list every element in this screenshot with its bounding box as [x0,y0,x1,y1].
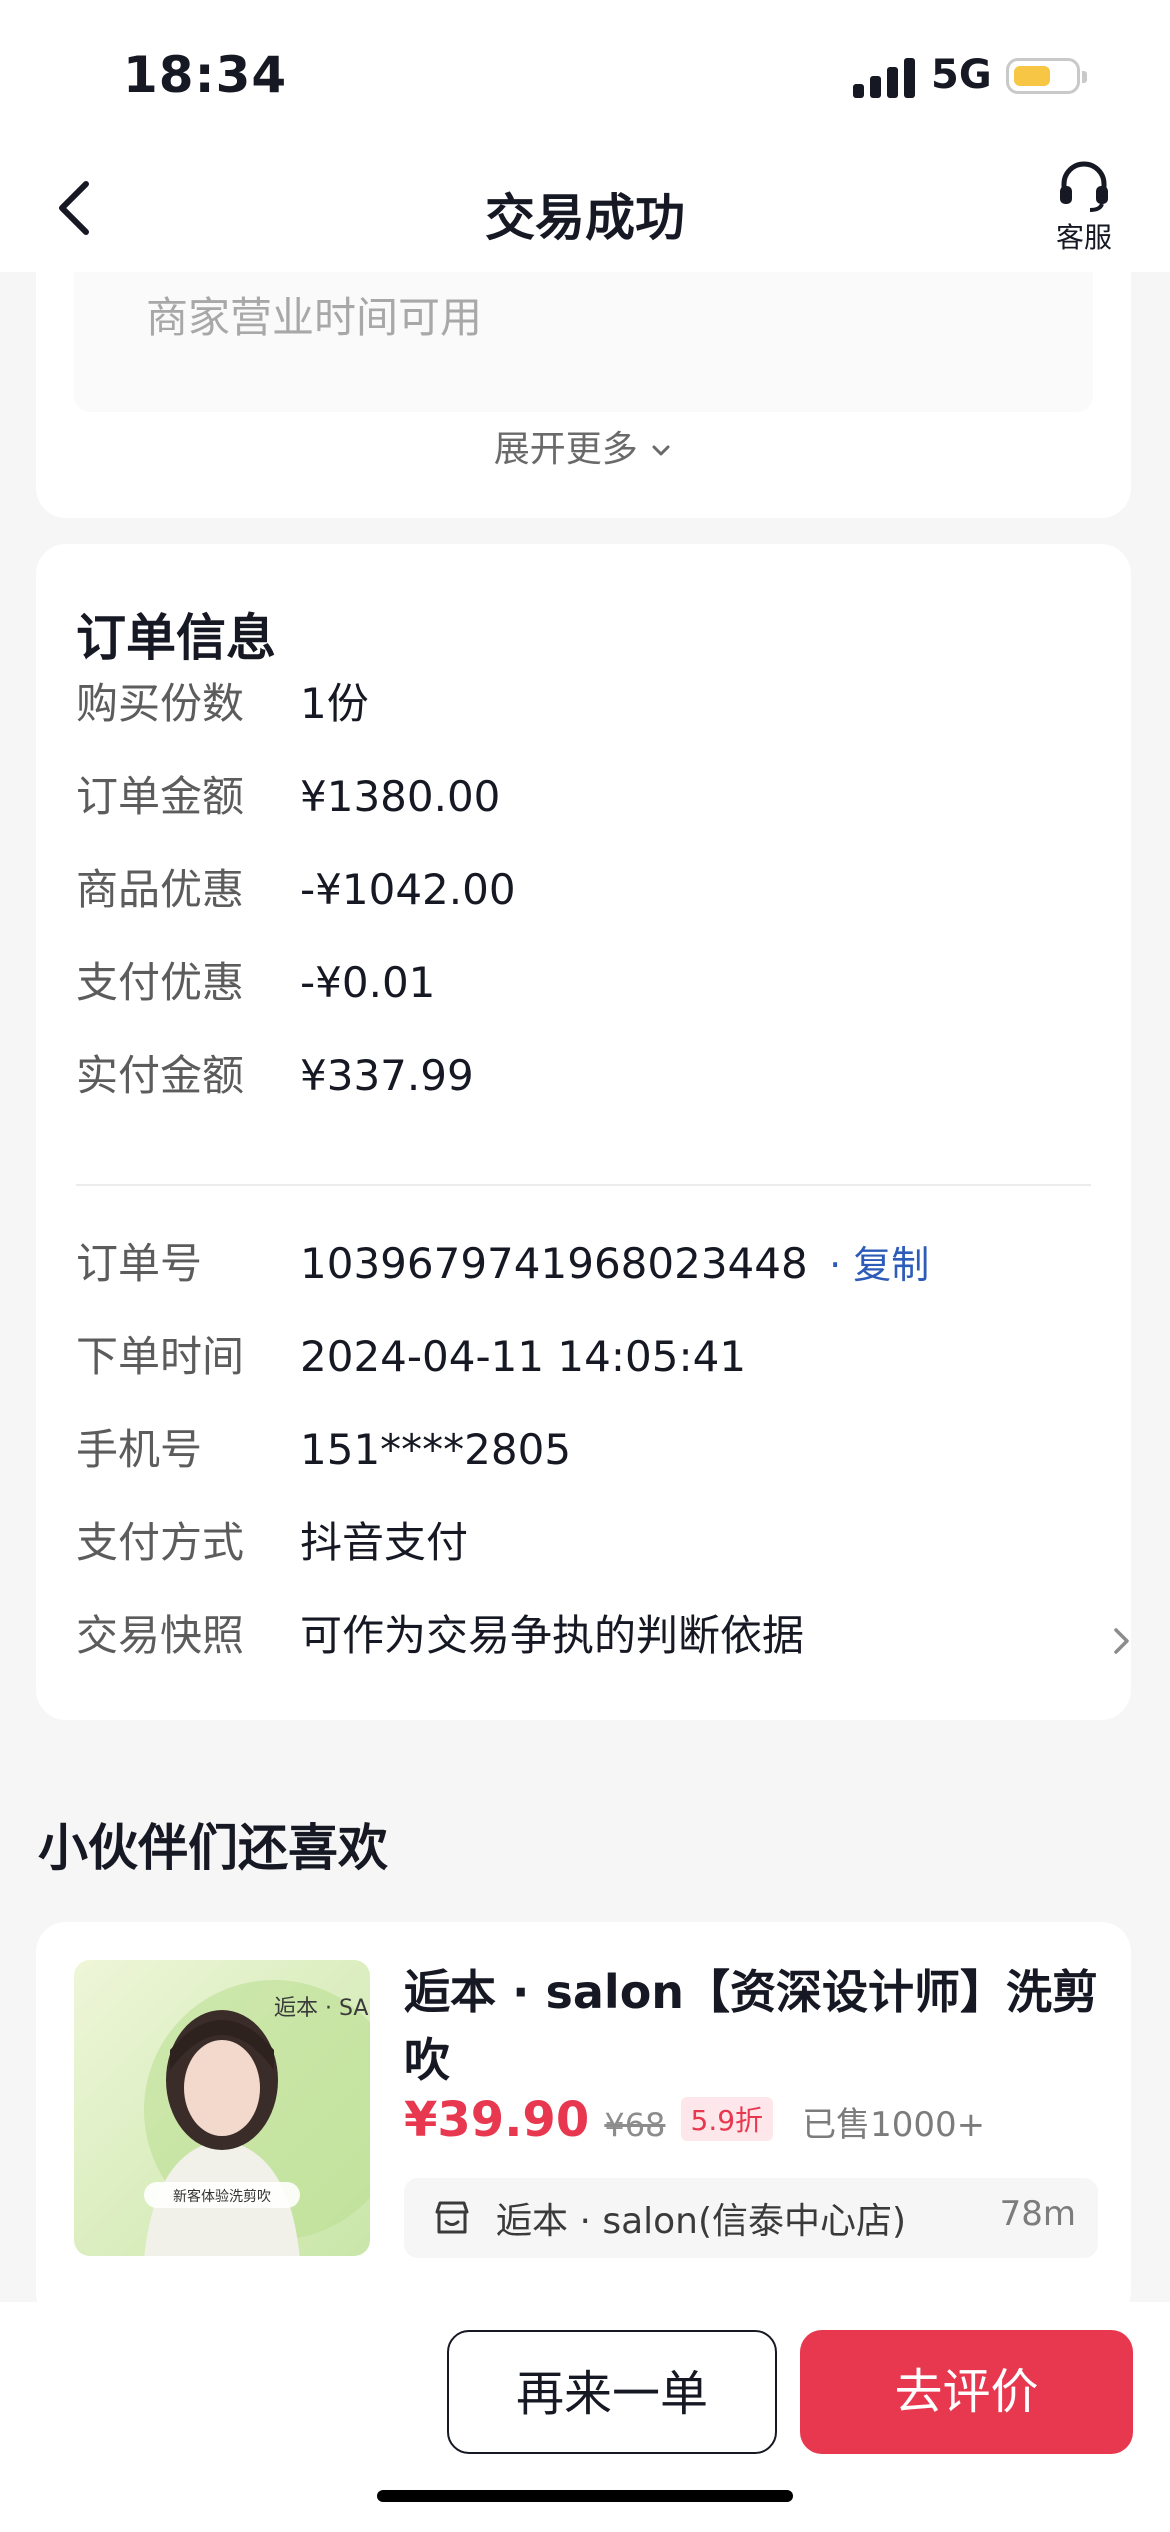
row-value: ¥337.99 [300,1051,474,1100]
product-card[interactable]: 新客体验洗剪吹 逅本 · SA 逅本 · salon【资深设计师】洗剪吹 ¥39… [36,1922,1131,2322]
expand-more-button[interactable]: 展开更多 [36,420,1131,472]
sold-count: 已售1000+ [802,2105,986,2145]
row-label: 商品优惠 [76,865,245,914]
nav-bar: 交易成功 客服 [0,150,1170,272]
original-price: ¥68 [604,2106,666,2144]
network-label: 5G [931,52,992,98]
row-label: 订单金额 [76,772,245,821]
customer-service-button[interactable]: 客服 [1044,160,1124,256]
discount-badge: 5.9折 [680,2097,774,2141]
product-photo-illustration: 新客体验洗剪吹 逅本 · SA [144,1980,370,2256]
row-value: 151****2805 [300,1425,572,1474]
shop-bar[interactable]: 逅本 · salon(信泰中心店) 78m [404,2178,1098,2258]
row-value: ¥1380.00 [300,772,501,821]
chevron-right-icon [1114,1628,1129,1654]
usage-info-card: 商家营业时间可用 展开更多 [36,272,1131,518]
battery-icon [1006,58,1087,94]
order-info-title: 订单信息 [76,609,276,667]
headset-icon [1060,161,1108,212]
reorder-button[interactable]: 再来一单 [447,2330,777,2454]
row-label: 购买份数 [76,679,245,728]
order-info-card: 订单信息 购买份数 1份 订单金额 ¥1380.00 商品优惠 -¥1042.0… [36,544,1131,1720]
row-label: 实付金额 [76,1051,245,1100]
expand-more-label: 展开更多 [493,429,638,470]
row-label: 订单号 [76,1239,203,1288]
signal-icon [853,58,917,98]
status-time: 18:34 [123,46,288,104]
row-value: 2024-04-11 14:05:41 [300,1332,747,1381]
row-value: 1份 [300,679,369,728]
status-bar: 18:34 5G [0,0,1170,150]
row-label: 支付方式 [76,1518,245,1567]
home-indicator [377,2490,793,2502]
recommend-title: 小伙伴们还喜欢 [38,1819,388,1877]
row-label: 支付优惠 [76,958,245,1007]
page-title: 交易成功 [485,189,685,247]
row-value: 抖音支付 [300,1518,469,1567]
row-value: -¥1042.00 [300,865,516,914]
product-price: ¥39.90 [404,2092,590,2148]
price-row: ¥39.90 ¥68 5.9折 已售1000+ [404,2092,985,2152]
bottom-action-bar: 再来一单 去评价 [0,2302,1170,2532]
trade-snapshot-row[interactable]: 交易快照 可作为交易争执的判断依据 [76,1606,1136,1666]
product-image[interactable]: 新客体验洗剪吹 逅本 · SA [74,1960,370,2256]
svg-text:新客体验洗剪吹: 新客体验洗剪吹 [173,2188,271,2205]
review-button[interactable]: 去评价 [800,2330,1133,2454]
store-icon [435,2201,469,2234]
chevron-down-icon [652,445,670,456]
divider [76,1184,1091,1186]
row-value: 可作为交易争执的判断依据 [300,1611,805,1660]
product-name[interactable]: 逅本 · salon【资深设计师】洗剪吹 [404,1958,1104,2094]
copy-button[interactable]: · 复制 [829,1243,929,1287]
row-label: 交易快照 [76,1611,245,1660]
svg-text:逅本 · SA: 逅本 · SA [274,1996,368,2021]
order-number: 1039679741968023448 [300,1239,808,1288]
shop-distance: 78m [999,2194,1076,2234]
row-label: 手机号 [76,1425,203,1474]
row-label: 下单时间 [76,1332,245,1381]
row-value: -¥0.01 [300,958,436,1007]
shop-name: 逅本 · salon(信泰中心店) [496,2201,907,2242]
business-hours-text: 商家营业时间可用 [146,293,483,342]
customer-service-label: 客服 [1055,221,1112,254]
